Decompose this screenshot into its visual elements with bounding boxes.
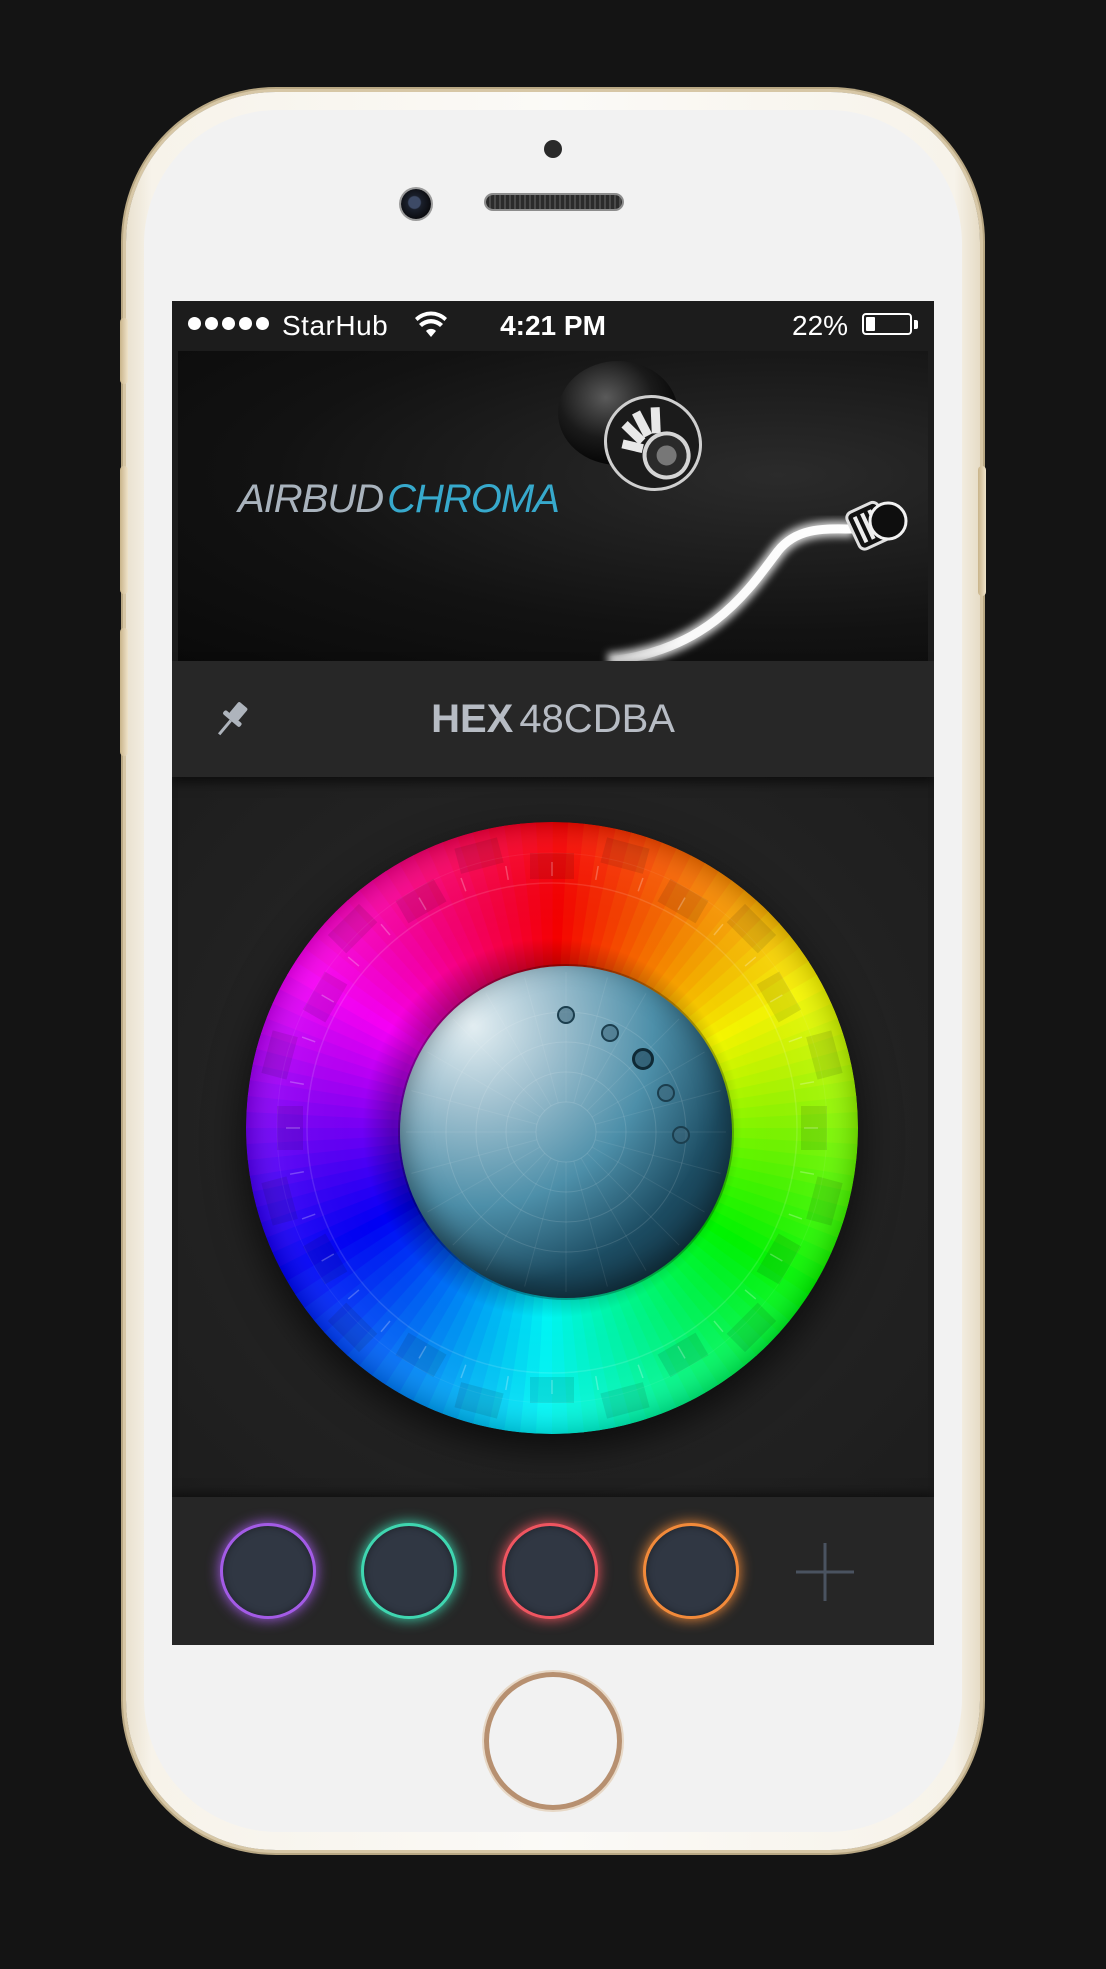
swatch-teal[interactable]	[361, 1523, 457, 1619]
battery-icon	[862, 313, 912, 335]
swatch-orange[interactable]	[643, 1523, 739, 1619]
earpiece-speaker	[486, 195, 622, 209]
swatch-bar	[172, 1497, 934, 1645]
earbud-image	[558, 361, 908, 661]
proximity-sensor	[544, 140, 562, 158]
selection-handle[interactable]	[672, 1126, 690, 1144]
home-button[interactable]	[484, 1672, 622, 1810]
selection-handle-active[interactable]	[632, 1048, 654, 1070]
product-banner: AIRBUD CHROMA	[178, 351, 928, 661]
front-camera	[401, 189, 431, 219]
swatch-purple[interactable]	[220, 1523, 316, 1619]
hex-readout: HEX 48CDBA	[172, 697, 934, 742]
disc-ray	[580, 1157, 647, 1271]
mute-switch	[120, 318, 128, 384]
brand-word-airbud: AIRBUD	[238, 477, 384, 521]
brand-word-chroma: CHROMA	[387, 477, 560, 521]
swatch-red[interactable]	[502, 1523, 598, 1619]
status-bar: StarHub 4:21 PM 22%	[172, 301, 934, 351]
color-wheel[interactable]	[246, 822, 858, 1434]
selection-handle[interactable]	[601, 1024, 619, 1042]
hex-bar: HEX 48CDBA	[172, 661, 934, 777]
hex-label: HEX	[431, 697, 514, 741]
disc-ray	[591, 1146, 705, 1213]
plus-icon[interactable]	[794, 1541, 856, 1603]
power-button	[978, 466, 986, 596]
battery-cap	[914, 320, 918, 329]
hex-value: 48CDBA	[519, 697, 675, 741]
volume-down-button	[120, 628, 128, 756]
volume-up-button	[120, 466, 128, 594]
disc-ray	[427, 1051, 541, 1118]
disc-ray	[427, 1146, 541, 1213]
disc-ray	[485, 993, 552, 1107]
disc-ray	[485, 1157, 552, 1271]
saturation-disc[interactable]	[400, 966, 732, 1298]
brand-logo: AIRBUD CHROMA	[238, 477, 560, 522]
selection-handle[interactable]	[557, 1006, 575, 1024]
selection-handle[interactable]	[657, 1084, 675, 1102]
battery-percentage: 22%	[792, 310, 849, 341]
